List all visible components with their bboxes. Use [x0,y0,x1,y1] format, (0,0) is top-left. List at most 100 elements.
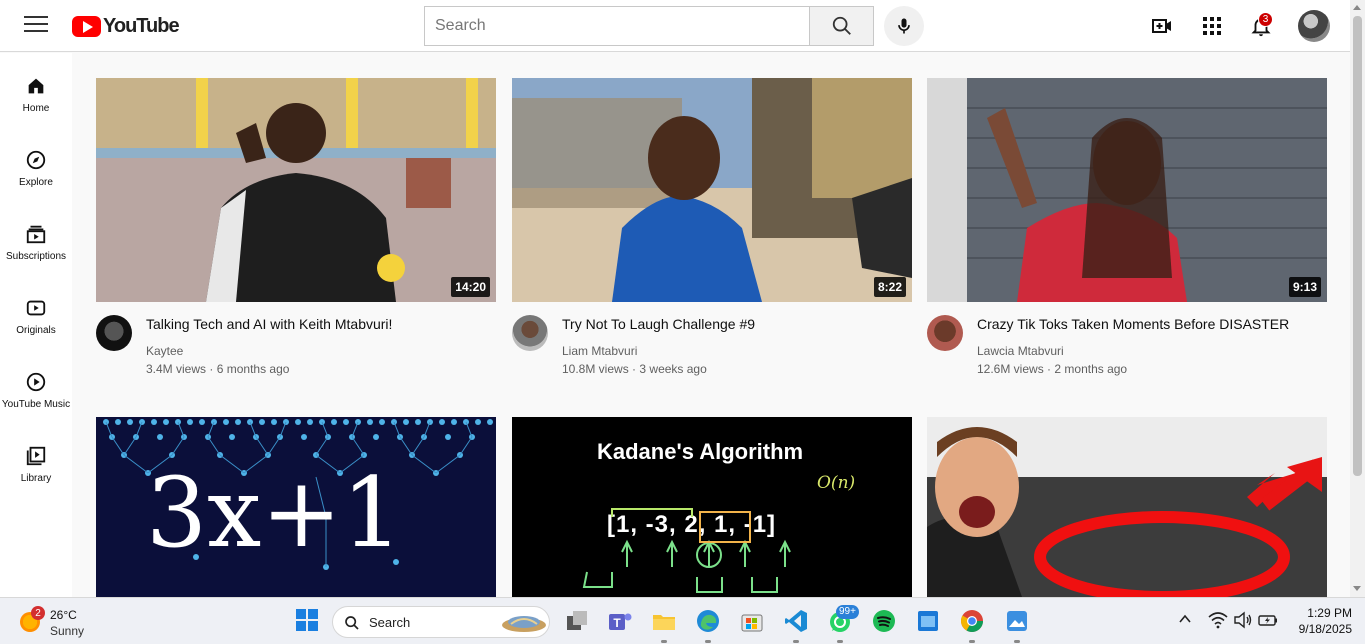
channel-name[interactable]: Liam Mtabvuri [562,344,637,358]
video-thumbnail[interactable]: 14:20 [96,78,496,302]
taskbar-search[interactable]: Search [332,606,550,638]
channel-avatar[interactable] [512,315,548,351]
account-avatar[interactable] [1298,10,1330,42]
windows-taskbar: 2 26°C Sunny Search T 99+ 1:29 PM 9/18/2… [0,597,1365,644]
subscriptions-icon [26,225,46,244]
logo-text: YouTube [103,14,180,37]
task-view-button[interactable] [564,608,590,634]
apps-button[interactable] [1200,14,1224,38]
compass-icon [26,150,46,170]
battery-status[interactable] [1258,611,1278,631]
show-hidden-icons-button[interactable] [1178,612,1194,628]
search-input[interactable] [424,6,809,46]
upload-age: 2 months ago [1054,362,1128,376]
mini-guide: Home Explore Subscriptions Originals You… [0,53,72,597]
originals-icon [26,300,46,316]
svg-text:T: T [613,616,621,630]
teams-icon: T [609,613,632,630]
running-indicator [837,640,843,643]
search-icon [832,16,851,35]
view-count: 10.8M views [562,362,629,376]
task-view-icon [567,611,587,630]
weather-temperature: 26°C [50,608,77,622]
sidebar-item-originals[interactable]: Originals [0,275,72,349]
channel-name[interactable]: Kaytee [146,344,183,358]
sidebar-item-explore[interactable]: Explore [0,127,72,201]
chevron-up-icon [1179,614,1191,623]
screen: YouTube 3 Home Explore [0,0,1365,644]
teams-app[interactable]: T [607,608,633,634]
clock-date: 9/18/2025 [1298,622,1352,636]
sidebar-item-subscriptions[interactable]: Subscriptions [0,201,72,275]
video-card[interactable]: Kadane's Algorithm O(n) [1, -3, 2, 1, -1… [512,417,912,597]
video-card[interactable]: 8:22 Try Not To Laugh Challenge #9 Liam … [512,78,912,388]
sidebar-item-label: Subscriptions [5,251,67,262]
wifi-status[interactable] [1208,611,1228,631]
sidebar-item-youtube-music[interactable]: YouTube Music [0,349,72,423]
scroll-down-arrow-icon[interactable] [1353,586,1361,591]
thumbnail-image [927,417,1327,597]
video-title[interactable]: Talking Tech and AI with Keith Mtabvuri! [146,316,392,332]
video-thumbnail[interactable] [927,417,1327,597]
video-card[interactable] [927,417,1327,597]
speaker-icon [1234,611,1252,629]
video-thumbnail[interactable]: 9:13 [927,78,1327,302]
sidebar-item-label: Library [20,473,52,484]
volume-control[interactable] [1233,611,1253,631]
video-card[interactable]: 14:20 Talking Tech and AI with Keith Mta… [96,78,496,388]
microsoft-store-app[interactable] [739,608,765,634]
search-highlight-icon [502,616,546,632]
video-thumbnail[interactable]: 3x+1 [96,417,496,597]
sidebar-item-library[interactable]: Library [0,423,72,497]
battery-charging-icon [1258,615,1277,626]
vscode-app[interactable] [783,608,809,634]
video-card[interactable]: 3x+1 [96,417,496,597]
create-video-button[interactable] [1150,14,1174,38]
separator-dot: · [1047,362,1052,376]
microphone-icon [898,18,910,34]
separator-dot: · [209,362,214,376]
sidebar-item-label: Originals [16,325,56,336]
video-title[interactable]: Try Not To Laugh Challenge #9 [562,316,755,332]
video-thumbnail[interactable]: 8:22 [512,78,912,302]
sidebar-item-label: Home [22,103,50,114]
chrome-icon [961,610,983,632]
thumbnail-image [512,78,912,302]
menu-icon[interactable] [24,16,48,36]
youtube-play-icon [72,15,101,37]
weather-widget[interactable]: 2 26°C Sunny [18,606,118,638]
video-thumbnail[interactable]: Kadane's Algorithm O(n) [1, -3, 2, 1, -1… [512,417,912,597]
page-scrollbar[interactable] [1350,0,1365,597]
voice-search-button[interactable] [884,6,924,46]
folder-icon [653,615,675,630]
search-button[interactable] [809,6,874,46]
photos-app[interactable] [1004,608,1030,634]
file-explorer-app[interactable] [651,608,677,634]
weather-badge: 2 [31,606,45,620]
spotify-app[interactable] [871,608,897,634]
video-title[interactable]: Crazy Tik Toks Taken Moments Before DISA… [977,316,1289,332]
vscode-icon [785,610,807,632]
scroll-up-arrow-icon[interactable] [1353,5,1361,10]
music-icon [26,372,46,392]
wifi-icon [1208,612,1228,629]
channel-avatar[interactable] [927,315,963,351]
chrome-app[interactable] [959,608,985,634]
sidebar-item-label: Explore [19,177,53,188]
start-button[interactable] [295,608,321,634]
spotify-icon [873,610,895,632]
video-metadata: 12.6M views · 2 months ago [977,362,1127,376]
photos-icon [1007,611,1027,631]
youtube-logo[interactable]: YouTube [72,14,180,38]
channel-name[interactable]: Lawcia Mtabvuri [977,344,1064,358]
library-icon [26,446,46,466]
channel-avatar[interactable] [96,315,132,351]
edge-app[interactable] [695,608,721,634]
running-indicator [793,640,799,643]
widget-app[interactable] [915,608,941,634]
video-card[interactable]: 9:13 Crazy Tik Toks Taken Moments Before… [927,78,1327,388]
taskbar-search-label: Search [369,615,411,630]
upload-age: 6 months ago [216,362,290,376]
scrollbar-thumb[interactable] [1353,16,1362,476]
sidebar-item-home[interactable]: Home [0,53,72,127]
